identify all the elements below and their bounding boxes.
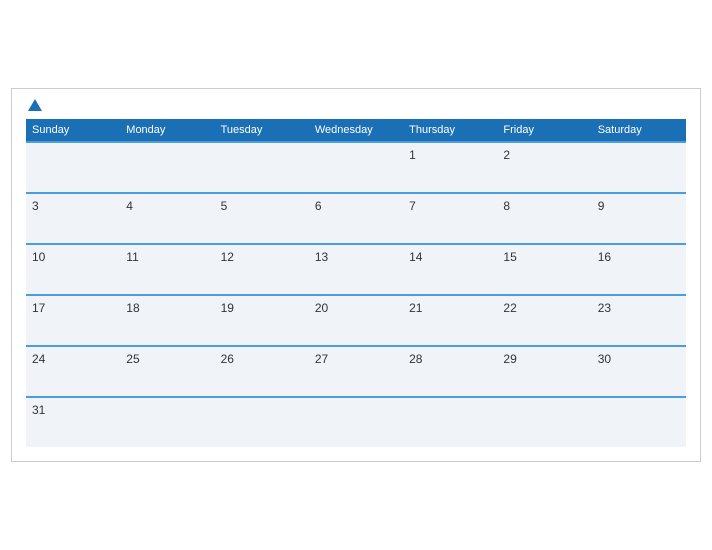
- logo-triangle-icon: [28, 99, 42, 111]
- day-14: 14: [403, 244, 497, 295]
- week-row-5: 24252627282930: [26, 346, 686, 397]
- day-8: 8: [497, 193, 591, 244]
- day-header-thursday: Thursday: [403, 119, 497, 142]
- day-29: 29: [497, 346, 591, 397]
- day-18: 18: [120, 295, 214, 346]
- empty-day: [215, 397, 309, 447]
- day-header-wednesday: Wednesday: [309, 119, 403, 142]
- day-9: 9: [592, 193, 686, 244]
- day-7: 7: [403, 193, 497, 244]
- day-5: 5: [215, 193, 309, 244]
- days-header-row: SundayMondayTuesdayWednesdayThursdayFrid…: [26, 119, 686, 142]
- day-header-saturday: Saturday: [592, 119, 686, 142]
- week-row-3: 10111213141516: [26, 244, 686, 295]
- empty-day: [26, 142, 120, 193]
- empty-day: [309, 142, 403, 193]
- empty-day: [592, 397, 686, 447]
- day-header-sunday: Sunday: [26, 119, 120, 142]
- logo: [26, 99, 42, 111]
- day-3: 3: [26, 193, 120, 244]
- day-header-friday: Friday: [497, 119, 591, 142]
- day-24: 24: [26, 346, 120, 397]
- day-16: 16: [592, 244, 686, 295]
- day-15: 15: [497, 244, 591, 295]
- day-13: 13: [309, 244, 403, 295]
- empty-day: [120, 397, 214, 447]
- day-17: 17: [26, 295, 120, 346]
- day-22: 22: [497, 295, 591, 346]
- day-12: 12: [215, 244, 309, 295]
- empty-day: [592, 142, 686, 193]
- day-6: 6: [309, 193, 403, 244]
- day-header-monday: Monday: [120, 119, 214, 142]
- day-19: 19: [215, 295, 309, 346]
- day-21: 21: [403, 295, 497, 346]
- calendar-grid: SundayMondayTuesdayWednesdayThursdayFrid…: [26, 119, 686, 447]
- day-20: 20: [309, 295, 403, 346]
- calendar-header: [26, 99, 686, 111]
- week-row-2: 3456789: [26, 193, 686, 244]
- day-23: 23: [592, 295, 686, 346]
- empty-day: [309, 397, 403, 447]
- calendar: SundayMondayTuesdayWednesdayThursdayFrid…: [11, 88, 701, 462]
- empty-day: [403, 397, 497, 447]
- week-row-4: 17181920212223: [26, 295, 686, 346]
- week-row-6: 31: [26, 397, 686, 447]
- day-25: 25: [120, 346, 214, 397]
- week-row-1: 12: [26, 142, 686, 193]
- day-4: 4: [120, 193, 214, 244]
- day-27: 27: [309, 346, 403, 397]
- day-30: 30: [592, 346, 686, 397]
- day-header-tuesday: Tuesday: [215, 119, 309, 142]
- day-1: 1: [403, 142, 497, 193]
- empty-day: [120, 142, 214, 193]
- day-26: 26: [215, 346, 309, 397]
- empty-day: [215, 142, 309, 193]
- day-28: 28: [403, 346, 497, 397]
- day-31: 31: [26, 397, 120, 447]
- day-2: 2: [497, 142, 591, 193]
- day-10: 10: [26, 244, 120, 295]
- empty-day: [497, 397, 591, 447]
- day-11: 11: [120, 244, 214, 295]
